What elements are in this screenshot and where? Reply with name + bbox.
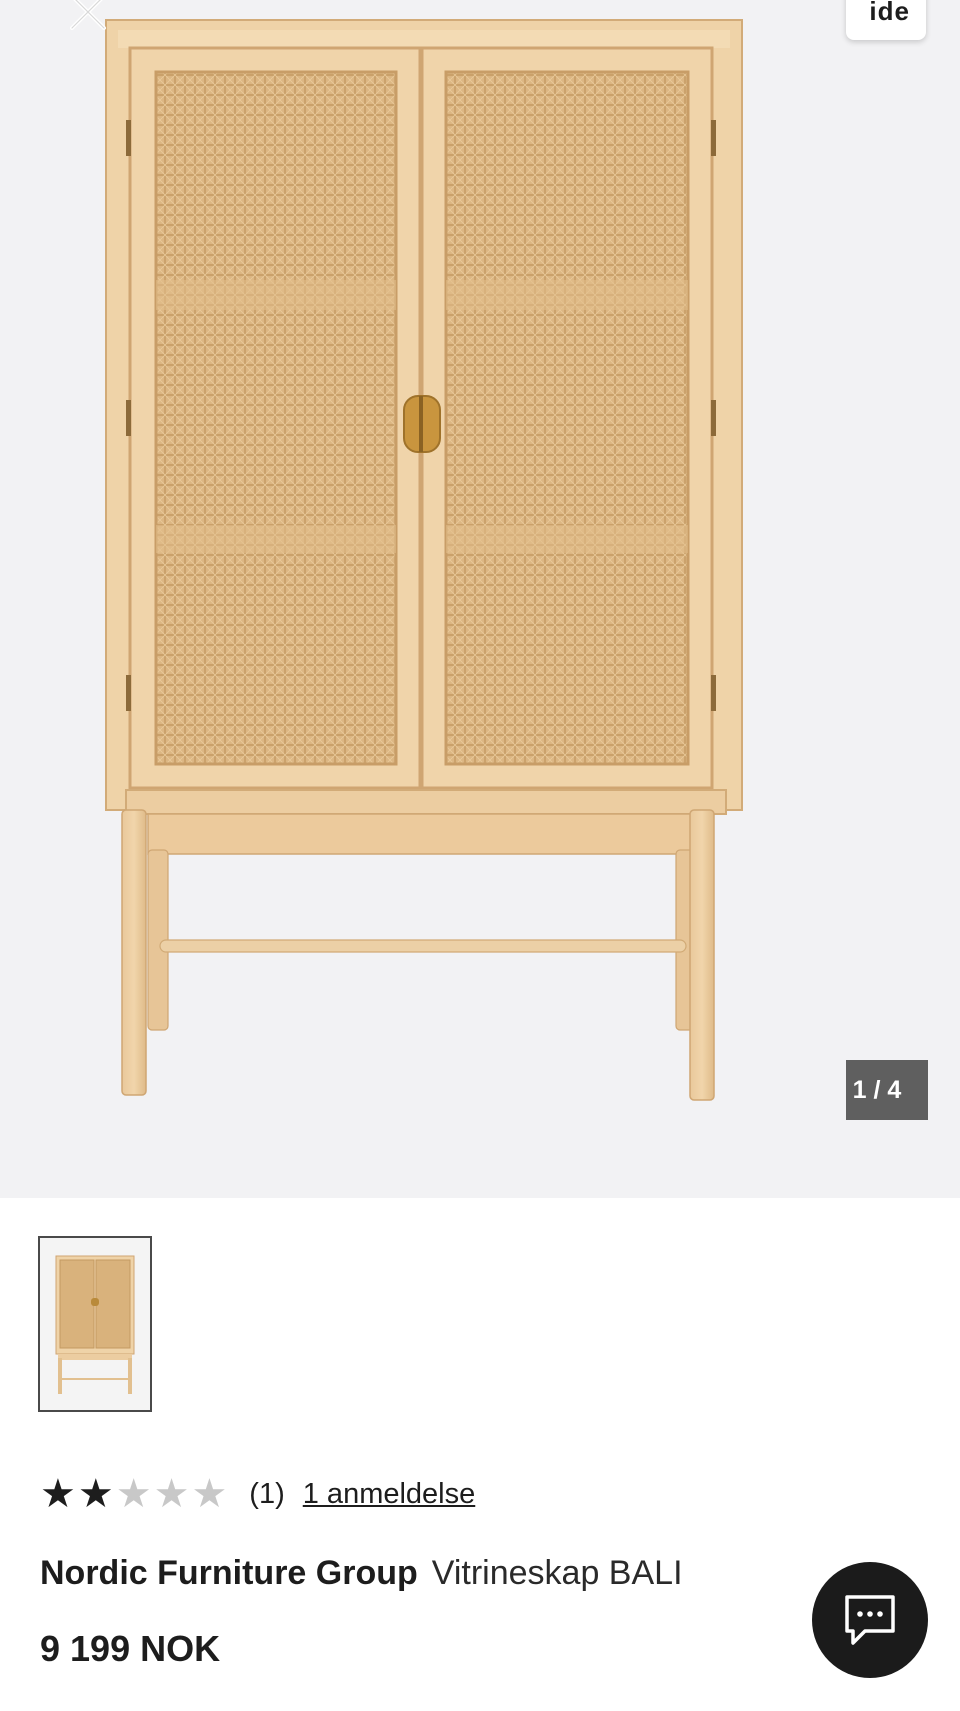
thumbnail-image: [40, 1238, 150, 1410]
review-count: (1): [249, 1477, 285, 1510]
reviews-link[interactable]: 1 anmeldelse: [303, 1478, 476, 1511]
product-image: [105, 19, 743, 1101]
product-title: Nordic Furniture Group Vitrineskap BALI: [40, 1554, 683, 1593]
star-empty-icon: ★: [115, 1472, 152, 1516]
product-price: 9 199 NOK: [40, 1628, 221, 1669]
star-filled-icon: ★: [77, 1472, 114, 1516]
image-counter: 1 / 4: [846, 1060, 928, 1120]
overlay-chip-label: ide: [869, 0, 910, 26]
close-icon[interactable]: [62, 0, 114, 38]
overlay-chip[interactable]: ide: [846, 0, 926, 40]
rating-row: ★ ★ ★ ★ ★ (1) 1 anmeldelse: [40, 1468, 475, 1520]
star-empty-icon: ★: [191, 1472, 228, 1516]
image-counter-label: 1 / 4: [852, 1075, 902, 1104]
product-image-gallery[interactable]: ide 1 / 4: [0, 0, 960, 1198]
thumbnail-item[interactable]: [38, 1236, 152, 1412]
star-empty-icon: ★: [153, 1472, 190, 1516]
product-name: Vitrineskap BALI: [431, 1554, 683, 1592]
rating-stars: ★ ★ ★ ★ ★: [40, 1474, 227, 1514]
chat-button[interactable]: [812, 1562, 928, 1678]
chat-bubble-icon: [845, 1595, 895, 1645]
star-filled-icon: ★: [40, 1472, 76, 1516]
brand-name[interactable]: Nordic Furniture Group: [40, 1554, 418, 1592]
